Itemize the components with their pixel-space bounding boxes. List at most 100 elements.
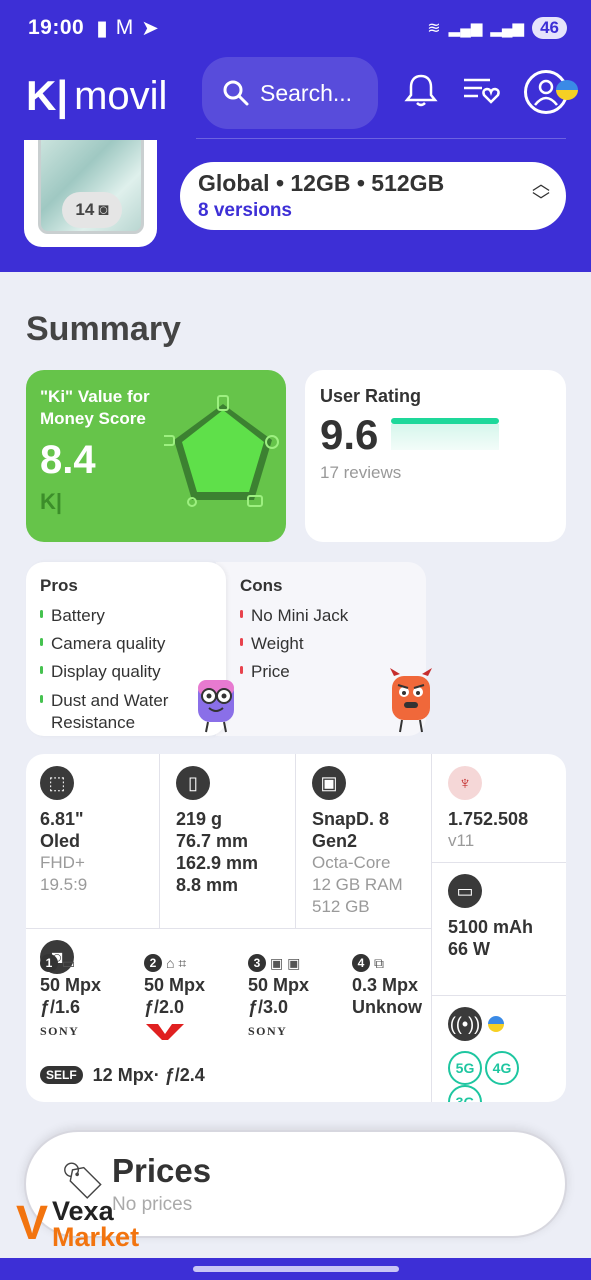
wide-lens-icon: ▭ [62,954,76,971]
camera-mp: 50 Mpx [248,975,310,995]
ukraine-flag-icon [556,80,578,100]
wifi-icon: ≋ [427,20,441,37]
camera-mp: 50 Mpx [40,975,102,995]
versions-link[interactable]: 8 versions [198,200,548,222]
display-ratio: 19.5:9 [40,875,88,894]
gesture-nav-handle[interactable] [193,1266,399,1272]
sensor-brand-logo [146,1024,184,1040]
pros-cons-section: Pros Battery Camera quality Display qual… [26,562,432,736]
camera-aperture: ƒ/2.0 [144,997,185,1017]
battery-charge: 66 W [448,939,491,959]
search-icon [223,80,249,106]
divider [431,754,432,1102]
photo-count: 14 [75,200,95,219]
display-spec[interactable]: ⬚ 6.81" Oled FHD+ 19.5:9 [26,754,159,908]
network-3g-badge: 3G [448,1085,482,1102]
camera-number: 4 [352,954,370,972]
user-rating-card[interactable]: User Rating 9.6 17 reviews [305,370,566,542]
con-item: Weight [240,630,412,658]
camera-aperture: Unknow [352,997,422,1017]
ki-logo-icon: K| [26,72,69,119]
camera-mp: 0.3 Mpx [352,975,419,995]
score-pentagon-chart [164,395,279,507]
ki-score-label: "Ki" Value for Money Score [40,387,150,428]
app-logo[interactable]: K| movil [26,72,167,120]
pro-item: Display quality [40,658,212,686]
display-size: 6.81" [40,809,84,829]
notification-icons: ▮ M ➤ [96,16,159,41]
device-image-card[interactable]: 14 ◙ [24,140,157,247]
chip-storage: 512 GB [312,897,370,916]
portrait-lens-icon: ▣ ▣ [270,954,301,971]
pro-item: Dust and Water Resistance [40,690,180,734]
chevron-updown-icon: ︿ ﹀ [532,174,550,211]
signal-icon: ▂▄▆ [448,20,483,37]
pros-title: Pros [40,576,78,595]
selfie-badge: SELF [40,1066,83,1084]
prices-title: Prices [112,1152,212,1189]
network-5g-badge: 5G [448,1051,482,1085]
watermark-line1: Vexa [52,1195,114,1226]
status-time: 19:00 [28,16,85,39]
happy-mascot-icon [198,680,234,733]
antutu-score: 1.752.508 [448,809,529,829]
selfie-camera-spec[interactable]: SELF 12 Mpx· ƒ/2.4 [40,1064,205,1086]
specs-card[interactable]: ⬚ 6.81" Oled FHD+ 19.5:9 ▯ 219 g 76.7 mm… [26,754,566,1102]
camera-spec[interactable]: 2 ⌂ ⌗ 50 Mpx ƒ/2.0 [144,952,248,1047]
body-spec[interactable]: ▯ 219 g 76.7 mm 162.9 mm 8.8 mm [162,754,295,908]
camera-spec[interactable]: 1 ▭ 50 Mpx ƒ/1.6 SONY [40,952,144,1039]
body-width: 76.7 mm [176,831,249,851]
search-bar[interactable]: Search... [202,57,378,129]
cons-title: Cons [240,576,283,595]
ki-score-card[interactable]: "Ki" Value for Money Score 8.4 K| [26,370,286,542]
body-depth: 8.8 mm [176,875,239,895]
body-height: 162.9 mm [176,853,259,873]
camera-mp: 50 Mpx [144,975,206,995]
battery-icon: ▭ [448,874,482,908]
body-weight: 219 g [176,809,223,829]
signal-icon-2: ▂▄▆ [490,20,525,37]
vexa-logo-icon: V [16,1197,49,1250]
chip-icon: ▣ [312,766,346,800]
camera-icon: ◙ [98,200,109,219]
rating-bar [391,418,499,424]
review-count[interactable]: 17 reviews [320,463,551,483]
status-bar: 19:00 ▮ M ➤ ≋ ▂▄▆ ▂▄▆ 46 [28,14,567,42]
rating-bar-fade [391,424,499,450]
chip-ram: 12 GB RAM [312,875,403,894]
pro-item: Battery [40,602,212,630]
bell-icon[interactable] [404,72,438,115]
camera-number: 1 [40,954,58,972]
version-selector[interactable]: Global • 12GB • 512GB 8 versions ︿ ﹀ [180,162,566,230]
camera-number: 3 [248,954,266,972]
battery-badge: 46 [532,17,567,39]
divider [295,754,296,928]
chip-spec[interactable]: ▣ SnapD. 8 Gen2 Octa-Core 12 GB RAM 512 … [298,754,431,930]
camera-number: 2 [144,954,162,972]
sony-logo: SONY [248,1024,288,1038]
search-placeholder: Search... [260,79,353,106]
summary-title: Summary [26,310,181,348]
vexa-market-watermark: V Vexa Market [16,1196,139,1251]
depth-lens-icon: ⧉ [374,954,384,971]
logo-text: movil [74,73,168,118]
wishlist-icon[interactable] [462,72,502,115]
watermark-line2: Market [52,1221,140,1252]
camera-spec[interactable]: 4 ⧉ 0.3 Mpx Unknow [352,952,456,1018]
prices-subtitle: No prices [112,1194,193,1215]
angry-mascot-icon [390,668,432,733]
antutu-version: v11 [448,831,475,850]
sony-logo: SONY [40,1024,80,1038]
pro-item: Camera quality [40,630,212,658]
camera-spec[interactable]: 3 ▣ ▣ 50 Mpx ƒ/3.0 SONY [248,952,352,1039]
photo-count-badge[interactable]: 14 ◙ [62,192,122,228]
phone-body-icon: ▯ [176,766,210,800]
telegram-icon: ➤ [141,16,159,40]
battery-capacity: 5100 mAh [448,917,534,937]
antutu-spec[interactable]: ♆ 1.752.508 v11 [434,754,566,864]
selfie-value: 12 Mpx· ƒ/2.4 [92,1065,205,1085]
con-item: No Mini Jack [240,602,412,630]
display-resolution: FHD+ [40,853,85,872]
camera-aperture: ƒ/1.6 [40,997,81,1017]
display-icon: ⬚ [40,766,74,800]
